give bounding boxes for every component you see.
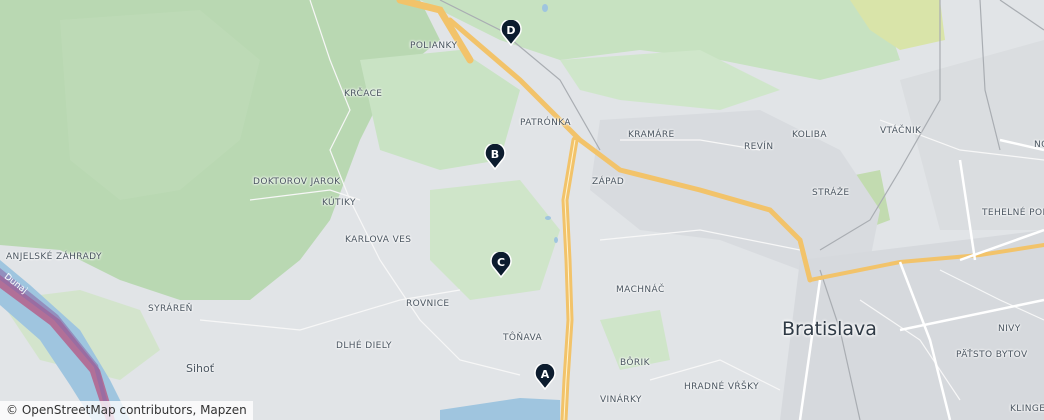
district-label: VINÁRKY: [600, 395, 642, 405]
district-label: MACHNÁČ: [616, 285, 665, 295]
district-label: NIVY: [998, 324, 1021, 334]
attribution-text: © OpenStreetMap contributors, Mapzen: [6, 403, 247, 417]
city-label: Bratislava: [782, 318, 877, 340]
marker-label: A: [540, 368, 550, 381]
map-marker-b[interactable]: B: [484, 144, 506, 170]
district-label: KLINGER: [1010, 404, 1044, 414]
map-base-layer: [0, 0, 1044, 420]
district-label: ANJELSKÉ ZÁHRADY: [6, 252, 102, 262]
district-label: DLHÉ DIELY: [336, 341, 392, 351]
map-view[interactable]: POLIANKY KRČACE PATRÓNKA KRAMÁRE KOLIBA …: [0, 0, 1044, 420]
marker-label: C: [496, 256, 506, 269]
district-label: NO: [1034, 140, 1044, 150]
marker-label: B: [490, 148, 500, 161]
map-attribution[interactable]: © OpenStreetMap contributors, Mapzen: [0, 401, 253, 420]
district-label: KRČACE: [344, 89, 383, 99]
district-label: POLIANKY: [410, 41, 458, 51]
district-label: VTÁČNIK: [880, 126, 922, 136]
district-label: SYRÁREŇ: [148, 304, 193, 314]
district-label: PÄŤSTO BYTOV: [956, 350, 1028, 360]
district-label: REVÍN: [744, 142, 774, 152]
district-label: PATRÓNKA: [520, 118, 571, 128]
map-marker-a[interactable]: A: [534, 364, 556, 390]
district-label: KARLOVA VES: [345, 235, 412, 245]
district-label: TÔŇAVA: [503, 333, 543, 343]
district-label: HRADNÉ VŔŠKY: [684, 382, 760, 392]
district-label: KRAMÁRE: [628, 130, 675, 140]
island-label: Sihoť: [186, 362, 215, 375]
district-label: DOKTOROV JAROK: [253, 177, 341, 187]
map-marker-c[interactable]: C: [490, 252, 512, 278]
district-label: BÔRIK: [620, 358, 650, 368]
district-label: TEHELNÉ POLE: [982, 208, 1044, 218]
district-label: KOLIBA: [792, 130, 827, 140]
marker-label: D: [506, 24, 516, 37]
district-label: KÚTIKY: [322, 198, 356, 208]
district-label: STRÁŽE: [812, 188, 850, 198]
district-label: ROVNICE: [406, 299, 450, 309]
map-marker-d[interactable]: D: [500, 20, 522, 46]
district-label: ZÁPAD: [592, 177, 625, 187]
